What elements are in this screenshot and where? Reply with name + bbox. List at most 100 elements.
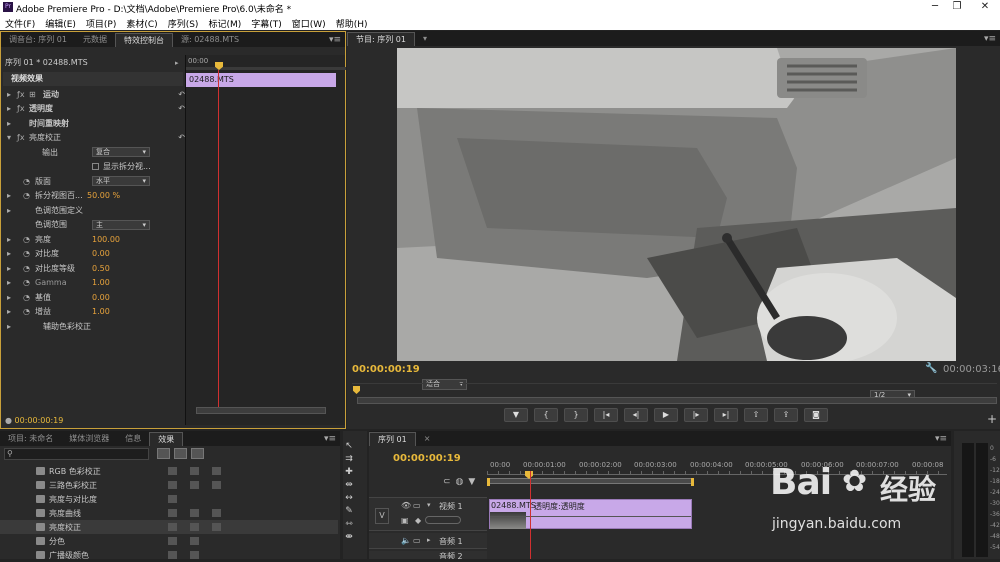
menu-file[interactable]: 文件(F) [0, 15, 40, 30]
gain-value[interactable]: 1.00 [92, 307, 110, 316]
panel-menu-icon[interactable]: ▾≡ [324, 434, 340, 444]
menu-edit[interactable]: 编辑(E) [40, 15, 81, 30]
maximize-icon[interactable]: ❐ [950, 1, 964, 13]
stopwatch-icon[interactable]: ◔ [23, 293, 35, 302]
reset-icon[interactable]: ↶ [178, 104, 185, 113]
effect-mini-timeline[interactable]: 00:00 02488.MTS [185, 55, 346, 425]
work-area-end-handle[interactable] [691, 478, 694, 486]
add-button-icon[interactable]: + [987, 412, 997, 426]
slip-tool-icon[interactable]: ⇿ [343, 518, 355, 530]
mini-ruler[interactable] [186, 67, 346, 70]
fx-icon[interactable]: ƒx [17, 133, 29, 142]
lift-button[interactable]: ⇧ [744, 408, 768, 422]
audio-track-1-header[interactable]: 🔈 ▭ ▸ 音频 1 [369, 533, 487, 549]
marker-icon[interactable]: ◍ [456, 477, 464, 487]
reset-icon[interactable]: ↶ [178, 90, 185, 99]
list-item[interactable]: 亮度与对比度 [0, 492, 338, 506]
menu-project[interactable]: 项目(P) [81, 15, 121, 30]
expand-arrow-icon[interactable]: ▾ [427, 501, 431, 509]
clip-effect-label[interactable]: 透明度:透明度 [534, 501, 585, 512]
panel-menu-icon[interactable]: ▾≡ [329, 35, 345, 45]
audio-track-2-header[interactable]: 音频 2 [369, 551, 487, 559]
step-forward-button[interactable]: |▸ [684, 408, 708, 422]
split-percent-value[interactable]: 50.00 % [87, 191, 120, 200]
tab-info[interactable]: 信息 [117, 432, 149, 446]
menu-clip[interactable]: 素材(C) [121, 15, 162, 30]
contrast-value[interactable]: 0.00 [92, 249, 110, 258]
fx-icon[interactable]: ƒx [17, 90, 29, 99]
razor-tool-icon[interactable]: ✎ [343, 505, 355, 517]
tonal-range-dropdown[interactable]: 主 ▾ [92, 219, 150, 230]
tab-project[interactable]: 项目: 未命名 [0, 432, 61, 446]
keyframe-nav[interactable] [425, 516, 461, 524]
ripple-edit-tool-icon[interactable]: ✚ [343, 466, 355, 478]
menu-window[interactable]: 窗口(W) [287, 15, 331, 30]
menu-title[interactable]: 字幕(T) [246, 15, 287, 30]
play-button[interactable]: ▶ [654, 408, 678, 422]
slide-tool-icon[interactable]: ⇼ [343, 531, 355, 543]
extract-button[interactable]: ⇪ [774, 408, 798, 422]
panel-menu-icon[interactable]: ▾≡ [984, 34, 1000, 44]
close-tab-icon[interactable]: × [416, 432, 439, 446]
stopwatch-icon[interactable]: ◔ [23, 307, 35, 316]
collapse-arrow-icon[interactable]: ▸ [175, 59, 179, 67]
tab-metadata[interactable]: 元数据 [75, 33, 115, 47]
tab-effects[interactable]: 效果 [149, 431, 184, 446]
brightness-value[interactable]: 100.00 [92, 235, 120, 244]
program-video-frame[interactable] [397, 48, 956, 361]
list-item[interactable]: 分色 [0, 534, 338, 548]
fx-time-remap-row[interactable]: ▸ 时间重映射 [7, 116, 185, 131]
track-select-tool-icon[interactable]: ⇉ [343, 453, 355, 465]
timeline-timecode[interactable]: 00:00:00:19 [393, 453, 461, 464]
32bit-filter-icon[interactable] [174, 448, 187, 459]
tab-media-browser[interactable]: 媒体浏览器 [61, 432, 117, 446]
display-style-icon[interactable]: ▣ [401, 516, 409, 525]
timeline-ruler[interactable]: 00:00 00:00:01:00 00:00:02:00 00:00:03:0… [487, 458, 947, 486]
menu-help[interactable]: 帮助(H) [331, 15, 373, 30]
tab-sequence[interactable]: 序列 01 [369, 431, 416, 446]
yuv-filter-icon[interactable] [191, 448, 204, 459]
close-icon[interactable]: ✕ [978, 1, 992, 13]
output-dropdown[interactable]: 复合 ▾ [92, 147, 150, 158]
contrast-level-value[interactable]: 0.50 [92, 264, 110, 273]
mark-in-button[interactable]: { [534, 408, 558, 422]
keyframe-icon[interactable]: ◆ [415, 516, 421, 525]
playhead-icon[interactable] [353, 386, 360, 394]
video-clip[interactable]: 02488.MTS 透明度:透明度 [489, 499, 692, 529]
selection-tool-icon[interactable]: ↖ [343, 440, 355, 452]
program-tab-dropdown-icon[interactable]: ▾ [415, 32, 435, 46]
menu-sequence[interactable]: 序列(S) [163, 15, 204, 30]
reset-icon[interactable]: ↶ [178, 133, 185, 142]
pedestal-value[interactable]: 0.00 [92, 293, 110, 302]
list-item[interactable]: 广播级颜色 [0, 548, 338, 562]
tab-effect-controls[interactable]: 特效控制台 [114, 32, 173, 47]
rolling-edit-tool-icon[interactable]: ⇹ [343, 479, 355, 491]
stopwatch-icon[interactable]: ◔ [23, 191, 35, 200]
effects-search-input[interactable]: ⚲ [4, 448, 149, 460]
speaker-icon[interactable]: 🔈 [401, 536, 411, 545]
wrench-icon[interactable]: 🔧 [925, 363, 937, 374]
mini-scrollbar[interactable] [196, 407, 326, 414]
mini-clip-bar[interactable]: 02488.MTS [186, 73, 336, 87]
list-item[interactable]: RGB 色彩校正 [0, 464, 338, 478]
fx-icon[interactable]: ƒx [17, 104, 29, 113]
mark-out-button[interactable]: } [564, 408, 588, 422]
expand-arrow-icon[interactable]: ▸ [427, 536, 431, 544]
stopwatch-icon[interactable]: ◔ [23, 278, 35, 287]
fx-motion-row[interactable]: ▸ ƒx ⊞ 运动 ↶ [7, 87, 185, 102]
zoom-scrollbar[interactable] [357, 397, 997, 404]
tab-audio-mixer[interactable]: 调音台: 序列 01 [1, 33, 75, 47]
step-back-button[interactable]: ◂| [624, 408, 648, 422]
program-scrub-bar[interactable] [352, 383, 997, 404]
work-area-bar[interactable] [487, 478, 693, 484]
add-marker-icon[interactable]: ▼ [468, 477, 475, 487]
fx-luma-row[interactable]: ▾ ƒx 亮度校正 ↶ [7, 131, 185, 146]
go-to-in-button[interactable]: |◂ [594, 408, 618, 422]
lock-icon[interactable]: ▭ [413, 501, 421, 510]
gamma-value[interactable]: 1.00 [92, 278, 110, 287]
list-item[interactable]: 亮度曲线 [0, 506, 338, 520]
eye-icon[interactable]: 👁 [401, 501, 411, 510]
lock-icon[interactable]: ▭ [413, 536, 421, 545]
layout-dropdown[interactable]: 水平 ▾ [92, 176, 150, 187]
list-item-selected[interactable]: 亮度校正 [0, 520, 338, 534]
